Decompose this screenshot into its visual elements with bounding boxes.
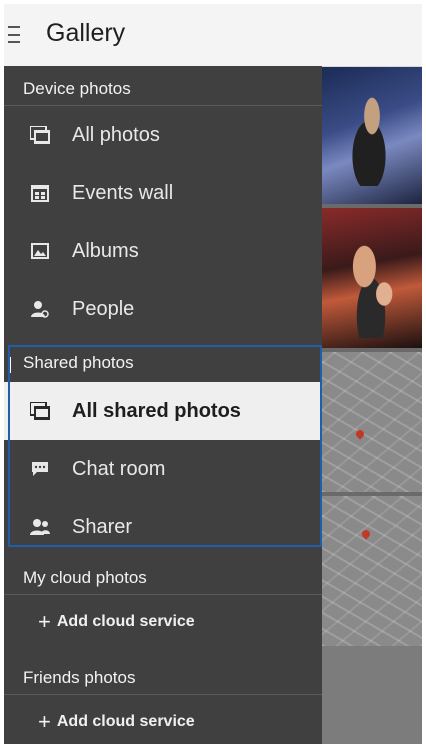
nav-item-all-shared-photos[interactable]: All shared photos — [4, 382, 322, 440]
app-frame: Gallery Device photos All photos Events … — [4, 4, 422, 744]
photo-thumbnail[interactable] — [322, 66, 422, 204]
nav-item-all-photos[interactable]: All photos — [4, 106, 322, 164]
menu-icon[interactable] — [8, 26, 20, 43]
page-title: Gallery — [46, 19, 126, 47]
add-cloud-service-button[interactable]: + Add cloud service — [4, 596, 322, 648]
nav-item-events-wall[interactable]: Events wall — [4, 164, 322, 222]
photos-icon — [29, 124, 51, 146]
photo-grid — [322, 66, 422, 744]
map-thumbnail[interactable] — [322, 496, 422, 646]
nav-item-albums[interactable]: Albums — [4, 222, 322, 280]
add-friends-cloud-service-button[interactable]: + Add cloud service — [4, 696, 322, 744]
nav-item-label: Sharer — [72, 515, 133, 538]
section-marker — [8, 357, 11, 373]
section-header-friends-photos: Friends photos — [4, 661, 322, 695]
sharer-icon — [29, 516, 51, 538]
nav-item-sharer[interactable]: Sharer — [4, 498, 322, 556]
map-thumbnail[interactable] — [322, 352, 422, 492]
nav-item-label: Chat room — [72, 457, 166, 480]
navigation-drawer: Device photos All photos Events wall Alb… — [4, 66, 322, 744]
plus-icon: + — [38, 609, 51, 634]
add-cloud-service-label: Add cloud service — [56, 613, 195, 630]
nav-item-label: Albums — [72, 239, 139, 262]
section-header-shared-photos: Shared photos — [23, 353, 134, 372]
chat-icon — [29, 458, 51, 480]
nav-item-label: People — [72, 297, 135, 320]
photo-thumbnail[interactable] — [322, 208, 422, 348]
nav-item-label: All shared photos — [72, 399, 241, 422]
section-header-device-photos: Device photos — [4, 72, 322, 106]
people-icon — [29, 298, 51, 320]
nav-item-chat-room[interactable]: Chat room — [4, 440, 322, 498]
shared-photos-icon — [29, 400, 51, 422]
nav-item-people[interactable]: People — [4, 280, 322, 338]
albums-icon — [29, 240, 51, 262]
nav-item-label: All photos — [72, 123, 160, 146]
nav-item-label: Events wall — [72, 181, 174, 204]
events-wall-icon — [29, 182, 51, 204]
app-header: Gallery — [4, 4, 422, 67]
section-header-my-cloud-photos: My cloud photos — [4, 561, 322, 595]
map-thumbnail[interactable] — [322, 646, 422, 744]
plus-icon: + — [38, 709, 51, 734]
add-cloud-service-label: Add cloud service — [56, 713, 195, 730]
